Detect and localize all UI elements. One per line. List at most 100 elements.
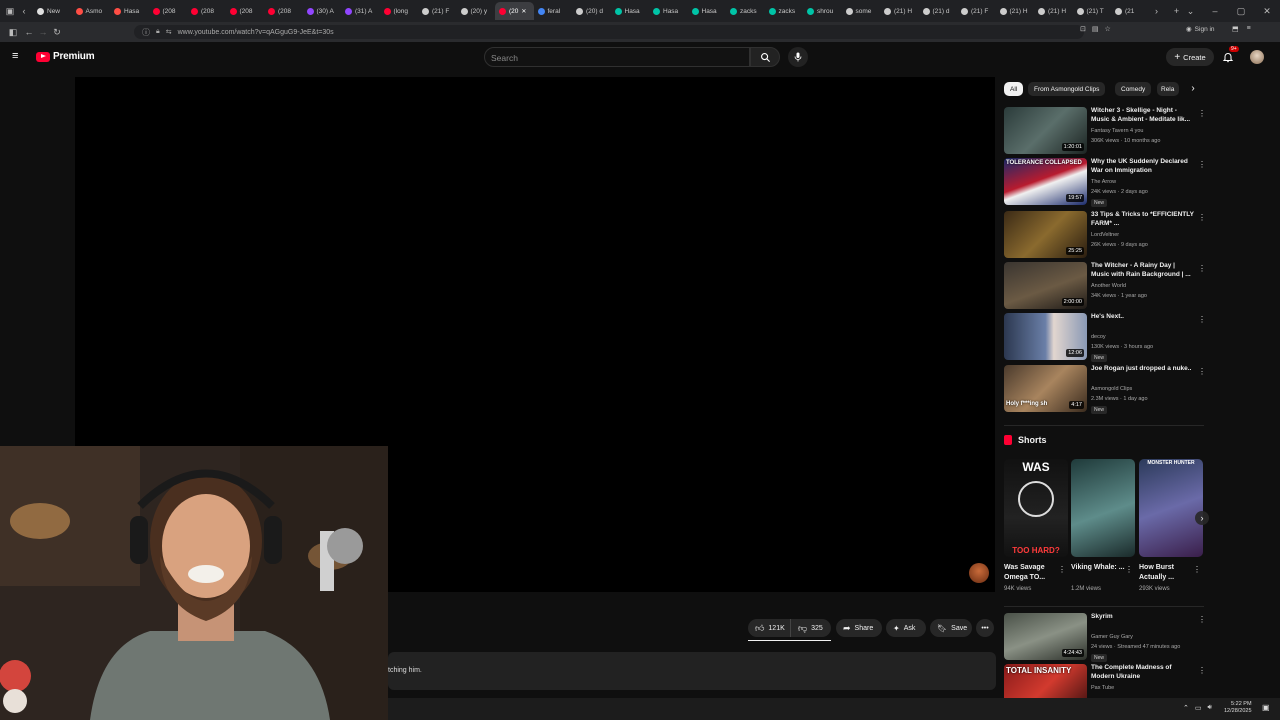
more-vertical-icon[interactable]: ⋮ <box>1198 160 1206 169</box>
video-title[interactable]: He's Next.. <box>1091 313 1195 322</box>
browser-menu-icon[interactable]: ≡ <box>1247 25 1251 33</box>
browser-tab[interactable]: (208 <box>264 2 303 20</box>
video-thumbnail[interactable]: 4:24:43 <box>1004 613 1087 660</box>
share-button[interactable]: ➦ Share <box>836 619 882 637</box>
browser-tab[interactable]: (208 <box>226 2 265 20</box>
channel-name[interactable]: Asmongold Clips <box>1091 386 1132 392</box>
video-title[interactable]: The Complete Madness of Modern Ukraine <box>1091 664 1195 681</box>
browser-tab[interactable]: Hasa <box>688 2 727 20</box>
browser-tab[interactable]: Asmo <box>72 2 111 20</box>
hamburger-menu-icon[interactable]: ≡ <box>12 51 23 62</box>
browser-tab[interactable]: (long <box>380 2 419 20</box>
save-button[interactable]: 🔖︎ Save <box>930 619 972 637</box>
voice-search-button[interactable] <box>788 47 808 67</box>
video-thumbnail[interactable]: Holy f***ing sh 4:17 <box>1004 365 1087 412</box>
more-vertical-icon[interactable]: ⋮ <box>1058 565 1066 574</box>
browser-tab[interactable]: (208 <box>149 2 188 20</box>
extensions-icon[interactable]: ⬒ <box>1232 25 1239 33</box>
browser-tab[interactable]: Hasa <box>110 2 149 20</box>
channel-name[interactable]: Another World <box>1091 283 1126 289</box>
short-thumbnail[interactable]: WAS TOO HARD? <box>1004 459 1068 557</box>
browser-tab[interactable]: (21) d <box>919 2 958 20</box>
short-thumbnail[interactable]: MONSTER HUNTER <box>1139 459 1203 557</box>
screenshot-icon[interactable]: ⊡ <box>1080 25 1086 33</box>
create-button[interactable]: + Create <box>1166 48 1214 66</box>
forward-icon[interactable]: → <box>36 25 50 39</box>
channel-name[interactable]: Fantasy Tavern 4 you <box>1091 128 1143 134</box>
tab-search-icon[interactable]: ⌄ <box>1184 4 1198 18</box>
short-title[interactable]: Was Savage Omega TO... <box>1004 563 1058 583</box>
video-title[interactable]: Why the UK Suddenly Declared War on Immi… <box>1091 158 1195 175</box>
browser-tab[interactable]: (30) A <box>303 2 342 20</box>
recommendation-item[interactable]: 12:06 He's Next.. decoy 130K views · 3 hour… <box>1004 313 1206 362</box>
volume-icon[interactable]: 🔊︎ <box>1208 704 1212 712</box>
browser-tab[interactable]: feral <box>534 2 573 20</box>
clock-date[interactable]: 12/28/2025 <box>1224 708 1252 715</box>
tray-chevron-icon[interactable]: ⌃ <box>1183 704 1189 712</box>
more-actions-button[interactable]: ••• <box>976 619 994 637</box>
more-vertical-icon[interactable]: ⋮ <box>1125 565 1133 574</box>
tab-scroll-right-icon[interactable]: › <box>1150 4 1164 18</box>
recommendation-item[interactable]: 1:20:01 Witcher 3 - Skellige - Night - Mu… <box>1004 107 1206 155</box>
notifications-button[interactable]: 9+ <box>1222 46 1239 64</box>
channel-name[interactable]: Pax Tube <box>1091 685 1114 691</box>
browser-tab[interactable]: zacks <box>765 2 804 20</box>
more-vertical-icon[interactable]: ⋮ <box>1198 615 1206 624</box>
browser-tab[interactable]: (20) y <box>457 2 496 20</box>
network-icon[interactable]: ▭ <box>1195 704 1202 712</box>
clock-time[interactable]: 5:22 PM <box>1224 701 1251 708</box>
chip-all[interactable]: All <box>1004 82 1024 96</box>
channel-name[interactable]: Gamer Guy Gary <box>1091 634 1133 640</box>
url-field[interactable]: ⓘ 🔒︎ ⇆ www.youtube.com/watch?v=qAGguG9-J… <box>134 25 1084 39</box>
browser-tab[interactable]: (20) d <box>572 2 611 20</box>
favorite-icon[interactable]: ☆ <box>1105 25 1111 33</box>
chip-comedy[interactable]: Comedy <box>1115 82 1152 96</box>
search-button[interactable] <box>750 47 780 67</box>
browser-tab[interactable]: some <box>842 2 881 20</box>
reload-icon[interactable]: ↻ <box>50 25 64 39</box>
window-close-icon[interactable]: ✕ <box>1254 4 1280 18</box>
more-vertical-icon[interactable]: ⋮ <box>1198 666 1206 675</box>
video-thumbnail[interactable]: 2:00:00 <box>1004 262 1087 309</box>
shorts-next-icon[interactable]: › <box>1195 511 1209 525</box>
tab-close-icon[interactable]: ✕ <box>521 8 526 15</box>
video-thumbnail[interactable]: 12:06 <box>1004 313 1087 360</box>
url-text[interactable]: www.youtube.com/watch?v=qAGguG9-JeE&t=30… <box>178 29 334 36</box>
browser-tab[interactable]: zacks <box>726 2 765 20</box>
video-thumbnail[interactable]: 25:25 <box>1004 211 1087 258</box>
new-tab-icon[interactable]: + <box>1170 4 1184 18</box>
sidebar-toggle-icon[interactable]: ◧ <box>6 25 20 39</box>
browser-tab[interactable]: (208 <box>187 2 226 20</box>
short-title[interactable]: How Burst Actually ... <box>1139 563 1193 583</box>
minimize-icon[interactable]: – <box>1202 4 1228 18</box>
browser-tab[interactable]: shrou <box>803 2 842 20</box>
browser-tab[interactable]: (21) F <box>418 2 457 20</box>
video-title[interactable]: Skyrim <box>1091 613 1195 622</box>
more-vertical-icon[interactable]: ⋮ <box>1198 213 1206 222</box>
account-avatar[interactable] <box>1250 50 1264 64</box>
browser-tab[interactable]: Hasa <box>611 2 650 20</box>
chips-next-icon[interactable]: › <box>1186 82 1200 96</box>
back-icon[interactable]: ← <box>22 25 36 39</box>
channel-name[interactable]: LordVeltner <box>1091 232 1119 238</box>
more-vertical-icon[interactable]: ⋮ <box>1198 367 1206 376</box>
recommendation-item[interactable]: 2:00:00 The Witcher - A Rainy Day | Music… <box>1004 262 1206 310</box>
browser-tab[interactable]: (21) F <box>957 2 996 20</box>
reader-icon[interactable]: ▤ <box>1092 25 1099 33</box>
browser-tab[interactable]: (21) H <box>880 2 919 20</box>
dislike-button[interactable]: 👎︎ 325 <box>790 619 831 637</box>
recommendation-item[interactable]: TOLERANCE COLLAPSED 19:57 Why the UK Sudde… <box>1004 158 1206 207</box>
browser-tab[interactable]: (20 ✕ <box>495 2 534 20</box>
browser-tab[interactable]: (21) T <box>1073 2 1112 20</box>
video-title[interactable]: The Witcher - A Rainy Day | Music with R… <box>1091 262 1195 279</box>
more-vertical-icon[interactable]: ⋮ <box>1193 565 1201 574</box>
video-title[interactable]: Joe Rogan just dropped a nuke.. <box>1091 365 1195 374</box>
browser-tab[interactable]: New <box>33 2 72 20</box>
recommendation-item[interactable]: 4:24:43 Skyrim Gamer Guy Gary 24 views · St… <box>1004 613 1206 662</box>
ask-button[interactable]: ✦ Ask <box>886 619 926 637</box>
video-title[interactable]: Witcher 3 - Skellige - Night - Music & A… <box>1091 107 1195 124</box>
video-thumbnail[interactable]: TOLERANCE COLLAPSED 19:57 <box>1004 158 1087 205</box>
youtube-premium-logo[interactable]: Premium <box>36 51 95 62</box>
chip-from-asmongold-clips[interactable]: From Asmongold Clips <box>1028 82 1106 96</box>
short-thumbnail[interactable] <box>1071 459 1135 557</box>
